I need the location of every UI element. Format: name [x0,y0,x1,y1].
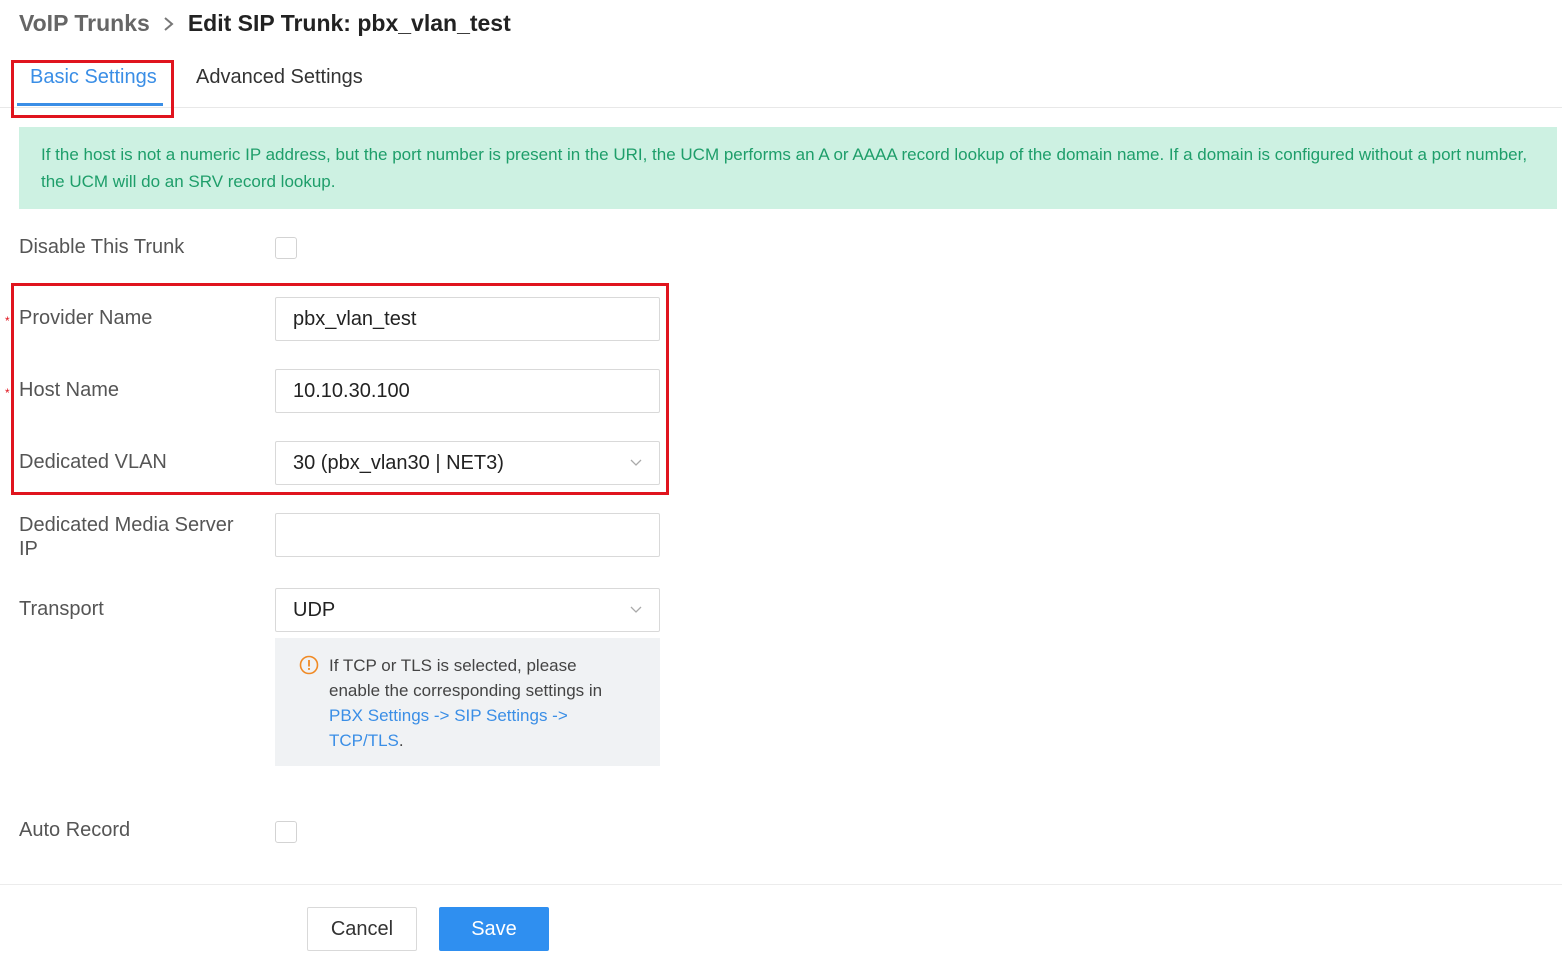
chevron-right-icon [162,15,176,33]
chevron-down-icon [630,606,642,614]
tab-basic-settings[interactable]: Basic Settings [30,66,157,89]
cancel-button[interactable]: Cancel [307,907,417,951]
breadcrumb: VoIP Trunks Edit SIP Trunk: pbx_vlan_tes… [19,10,511,37]
disable-trunk-checkbox[interactable] [275,237,297,259]
pbx-sip-settings-link[interactable]: PBX Settings -> SIP Settings -> TCP/TLS [329,706,568,750]
page-title: Edit SIP Trunk: pbx_vlan_test [187,10,511,36]
info-notice: If the host is not a numeric IP address,… [19,127,1557,209]
provider-name-input[interactable]: pbx_vlan_test [275,297,660,341]
transport-select[interactable]: UDP [275,588,660,632]
disable-trunk-label: Disable This Trunk [19,236,185,258]
save-button[interactable]: Save [439,907,549,951]
provider-name-value: pbx_vlan_test [293,307,417,330]
footer-divider [0,884,1562,885]
required-marker: * [5,386,10,400]
transport-label: Transport [19,598,104,620]
required-marker: * [5,314,10,328]
host-name-value: 10.10.30.100 [293,379,410,402]
dedicated-vlan-select[interactable]: 30 (pbx_vlan30 | NET3) [275,441,660,485]
warning-text-after: . [398,731,404,750]
transport-value: UDP [293,598,336,621]
exclamation-circle-icon [299,655,319,675]
dedicated-vlan-label: Dedicated VLAN [19,451,167,473]
transport-warning: If TCP or TLS is selected, please enable… [275,638,660,766]
transport-warning-text: If TCP or TLS is selected, please enable… [329,653,604,766]
chevron-down-icon [630,459,642,467]
warning-text-before: If TCP or TLS is selected, please enable… [329,656,603,700]
auto-record-checkbox[interactable] [275,821,297,843]
breadcrumb-voip-trunks-link[interactable]: VoIP Trunks [19,10,150,37]
provider-name-label: Provider Name [19,307,153,329]
active-tab-indicator [17,103,163,106]
dedicated-vlan-value: 30 (pbx_vlan30 | NET3) [293,451,504,474]
tab-bar: Basic Settings Advanced Settings [0,58,1562,108]
auto-record-label: Auto Record [19,819,131,841]
tab-advanced-settings[interactable]: Advanced Settings [196,66,363,89]
media-server-ip-input[interactable] [275,513,660,557]
media-server-ip-label: Dedicated Media Server IP [19,514,234,560]
host-name-input[interactable]: 10.10.30.100 [275,369,660,413]
host-name-label: Host Name [19,379,120,401]
